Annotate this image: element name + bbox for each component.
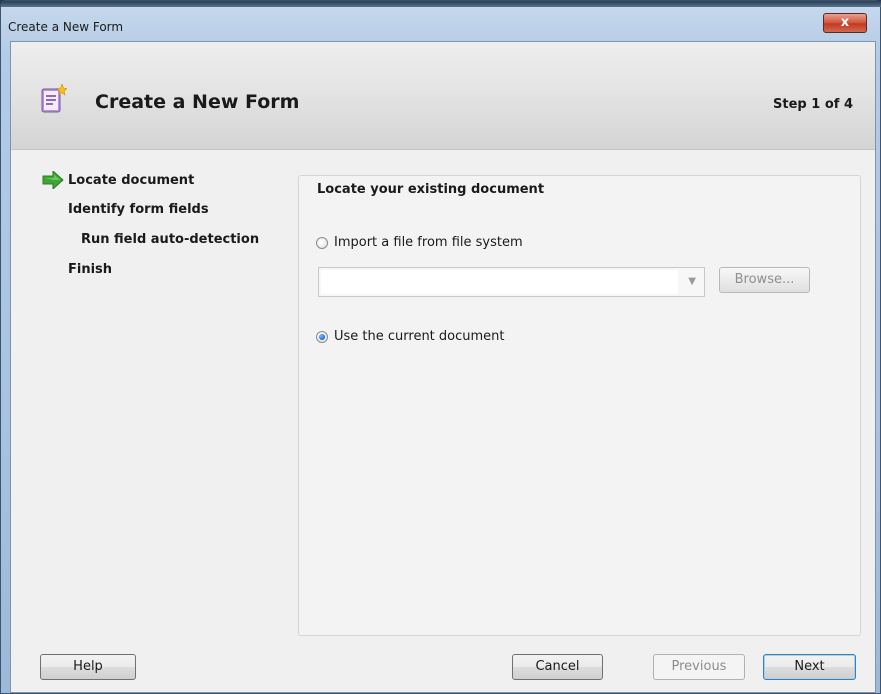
- content-panel: Locate your existing document Import a f…: [298, 175, 861, 636]
- help-button[interactable]: Help: [40, 654, 136, 680]
- next-button[interactable]: Next: [763, 654, 856, 680]
- window-title: Create a New Form: [8, 20, 124, 34]
- close-button[interactable]: x: [823, 13, 867, 33]
- wizard-header: Create a New Form Step 1 of 4: [11, 42, 875, 150]
- import-file-label: Import a file from file system: [334, 235, 523, 250]
- browse-button[interactable]: Browse...: [719, 267, 810, 293]
- panel-title: Locate your existing document: [317, 182, 545, 197]
- step-indicator: Step 1 of 4: [773, 97, 853, 112]
- previous-button[interactable]: Previous: [653, 654, 745, 680]
- file-path-combobox[interactable]: ▼: [318, 267, 705, 297]
- form-icon: [41, 84, 67, 113]
- import-file-option[interactable]: Import a file from file system: [316, 235, 523, 250]
- chevron-down-icon[interactable]: ▼: [688, 276, 696, 287]
- wizard-step-locate-document: Locate document: [68, 173, 195, 188]
- use-current-document-option[interactable]: Use the current document: [316, 329, 505, 344]
- use-current-document-label: Use the current document: [334, 329, 505, 344]
- current-step-arrow-icon: [42, 171, 64, 189]
- file-path-input[interactable]: [321, 270, 678, 294]
- wizard-window: Create a New Form x Create a New Form St…: [0, 0, 881, 694]
- use-current-document-radio[interactable]: [316, 330, 328, 343]
- import-file-radio[interactable]: [316, 236, 328, 249]
- wizard-step-finish: Finish: [68, 262, 113, 277]
- cancel-button[interactable]: Cancel: [512, 654, 603, 680]
- dialog-client-area: Create a New Form Step 1 of 4 Locate doc…: [10, 41, 876, 693]
- wizard-step-run-field-auto-detection: Run field auto-detection: [81, 232, 260, 247]
- wizard-step-identify-form-fields: Identify form fields: [68, 202, 209, 217]
- close-icon: x: [840, 15, 850, 30]
- title-bar[interactable]: Create a New Form x: [1, 7, 881, 41]
- page-title: Create a New Form: [95, 91, 300, 113]
